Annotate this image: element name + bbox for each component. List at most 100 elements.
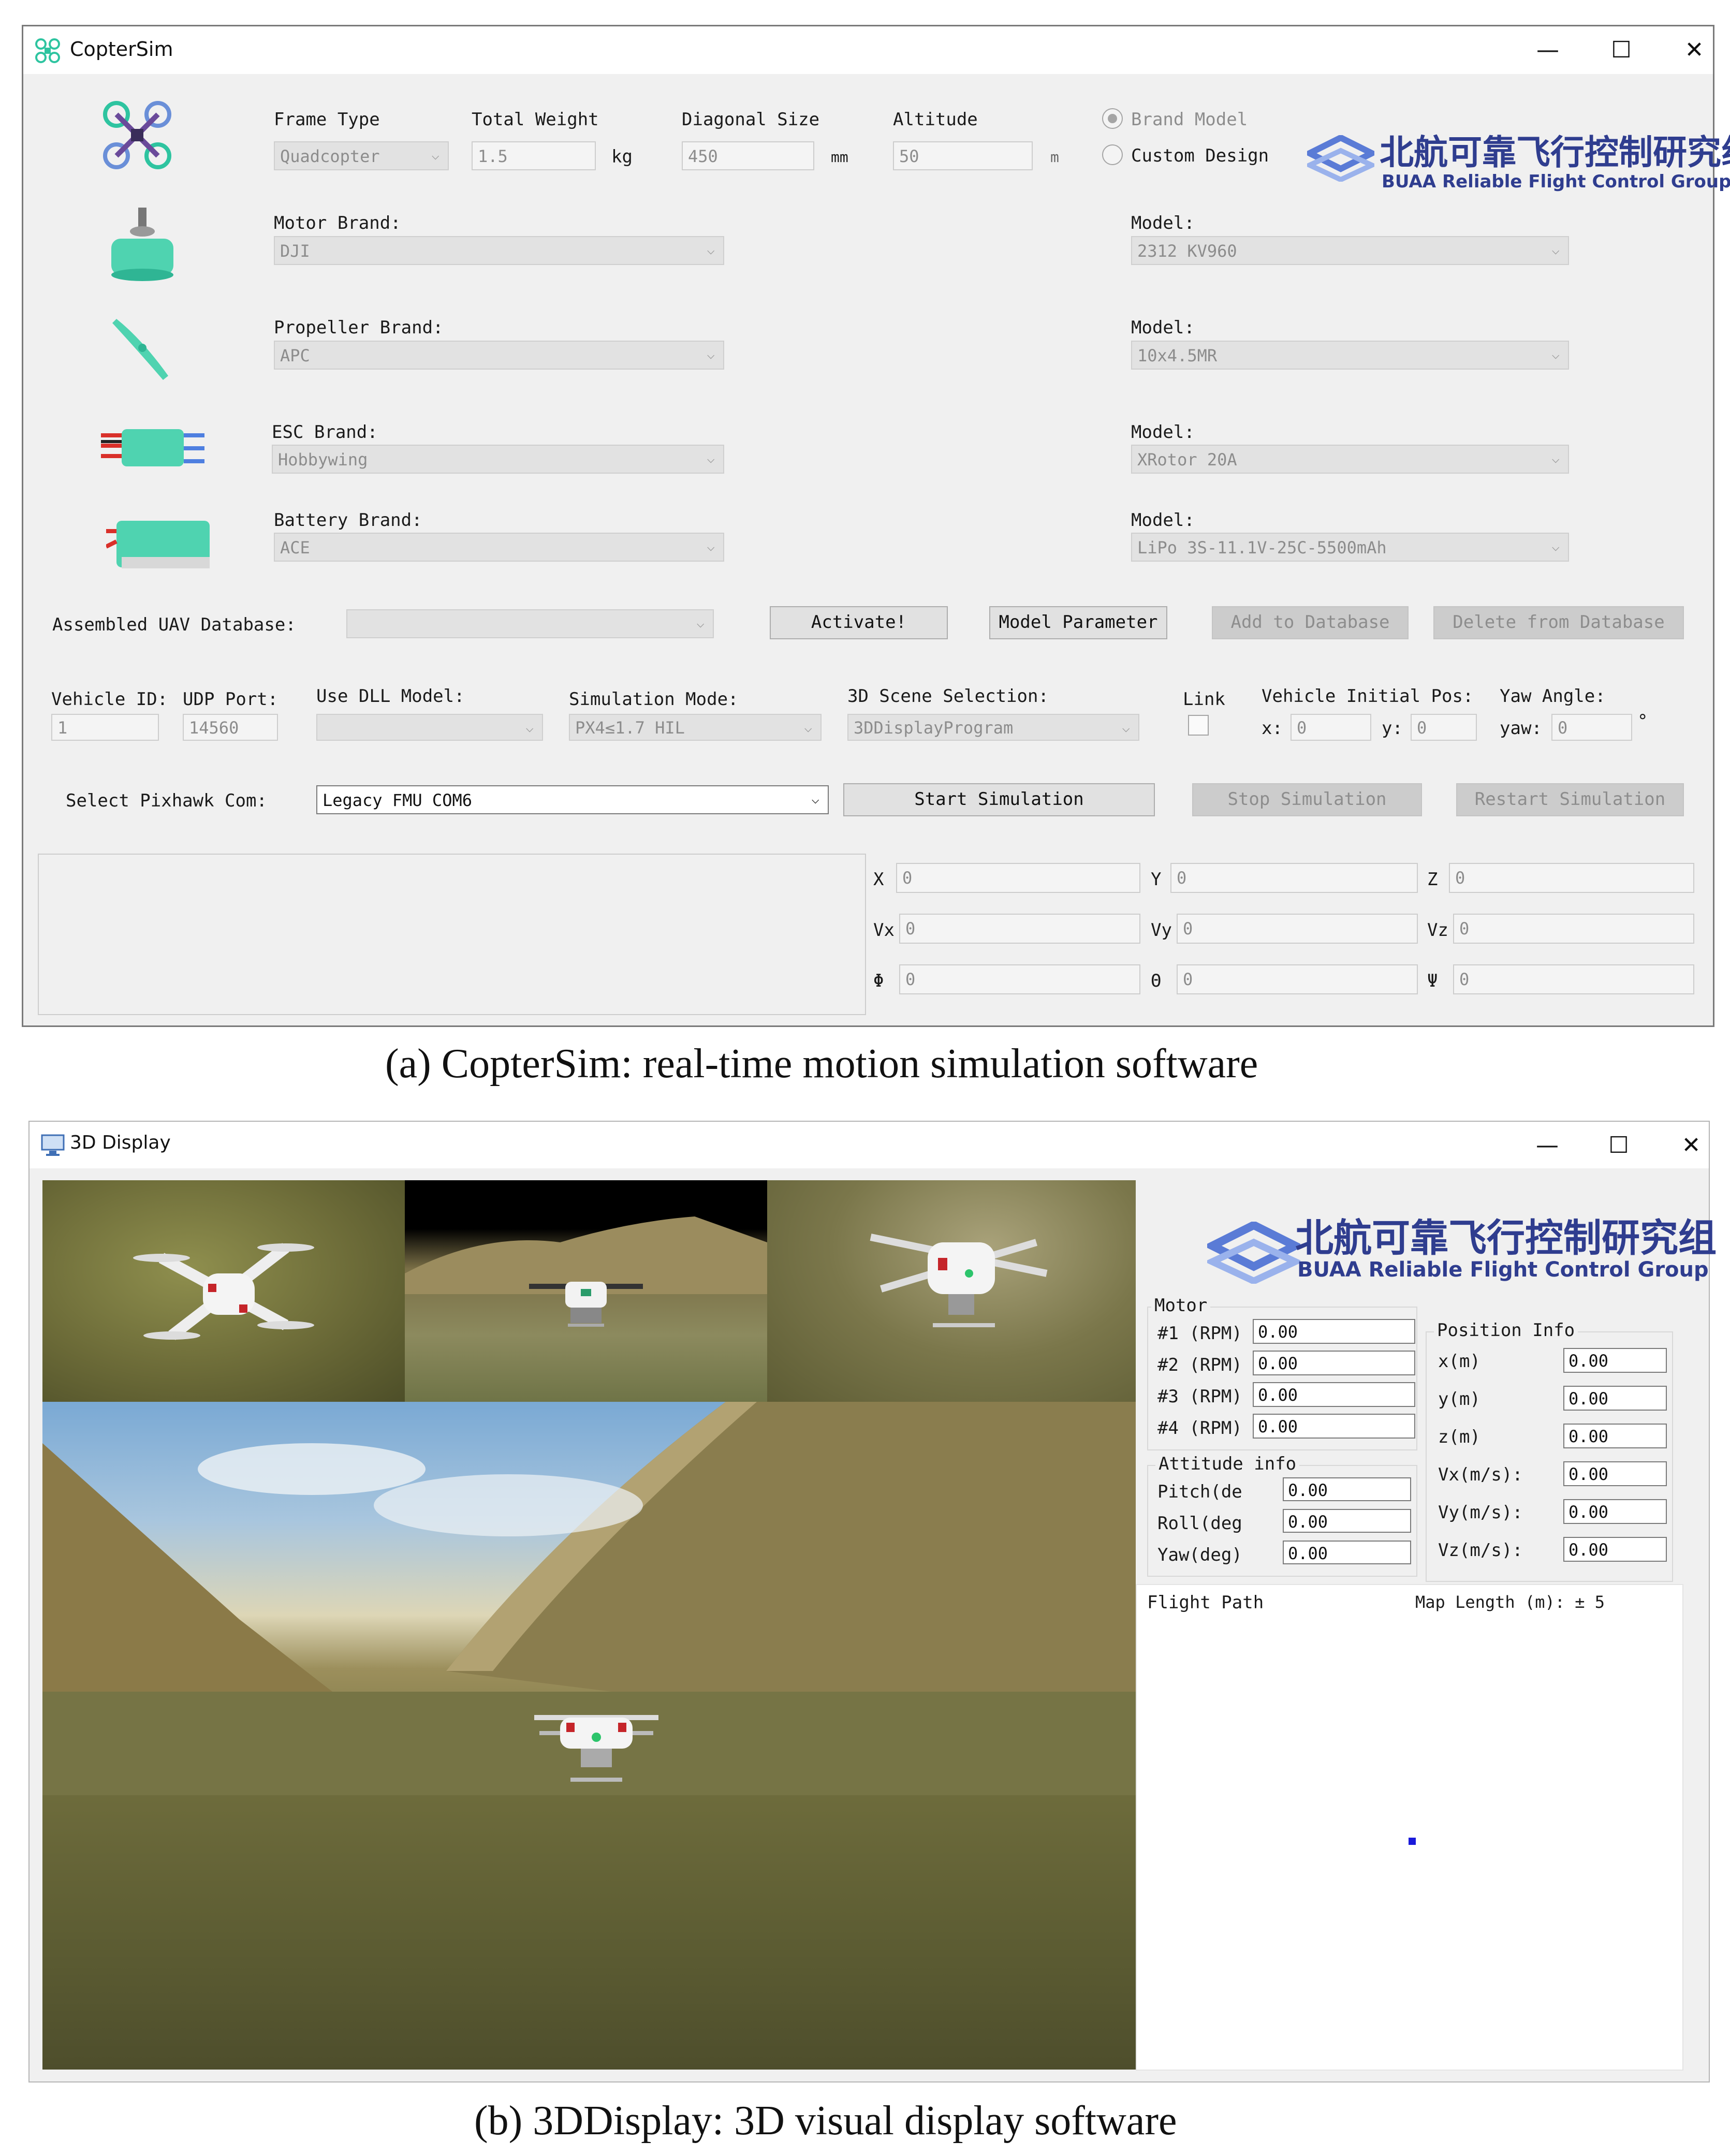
add-to-database-button[interactable]: Add to Database: [1212, 606, 1409, 639]
state-z-input[interactable]: 0: [1449, 863, 1694, 893]
restart-simulation-button[interactable]: Restart Simulation: [1456, 783, 1684, 816]
start-simulation-button[interactable]: Start Simulation: [843, 783, 1155, 816]
state-x-input[interactable]: 0: [896, 863, 1140, 893]
drone-main-view-image: [534, 1715, 658, 1782]
frame-type-select[interactable]: Quadcopter ⌵: [274, 141, 449, 170]
minimize-button[interactable]: —: [1517, 34, 1579, 67]
pos-y-field[interactable]: 0.00: [1563, 1386, 1667, 1411]
state-vz-input[interactable]: 0: [1453, 914, 1694, 944]
stop-simulation-button[interactable]: Stop Simulation: [1192, 783, 1422, 816]
battery-model-select[interactable]: LiPo 3S-11.1V-25C-5500mAh ⌵: [1131, 533, 1569, 562]
state-label-phi: Φ: [873, 971, 884, 991]
motor-2-field[interactable]: 0.00: [1253, 1351, 1415, 1375]
pixhawk-com-value: Legacy FMU COM6: [322, 790, 472, 810]
state-label-theta: Θ: [1151, 971, 1162, 991]
caption-b: (b) 3DDisplay: 3D visual display softwar…: [474, 2098, 1177, 2144]
vel-x-field[interactable]: 0.00: [1563, 1461, 1667, 1486]
custom-design-label: Custom Design: [1131, 145, 1269, 166]
close-button[interactable]: ✕: [1660, 1129, 1722, 1162]
motor-2-label: #2 (RPM): [1157, 1355, 1242, 1375]
coptersim-app-icon: [35, 38, 60, 63]
chevron-down-icon: ⌵: [707, 539, 715, 554]
buaa-logo-cn: 北航可靠飞行控制研究组: [1295, 1216, 1717, 1260]
battery-model-label: Model:: [1131, 510, 1195, 531]
state-theta-input[interactable]: 0: [1177, 964, 1418, 994]
esc-model-select[interactable]: XRotor 20A ⌵: [1131, 445, 1569, 474]
map-length-label: Map Length (m): ± 5: [1415, 1592, 1605, 1612]
scene-selection-value: 3DDisplayProgram: [854, 718, 1014, 738]
brand-model-radio[interactable]: [1102, 108, 1123, 129]
state-phi-input[interactable]: 0: [899, 964, 1140, 994]
motor-model-select[interactable]: 2312 KV960 ⌵: [1131, 236, 1569, 265]
model-parameter-button[interactable]: Model Parameter: [989, 606, 1167, 639]
esc-brand-value: Hobbywing: [278, 450, 368, 470]
propeller-brand-select[interactable]: APC ⌵: [274, 341, 724, 370]
altitude-unit: m: [1050, 149, 1059, 166]
attitude-group-title: Attitude info: [1155, 1454, 1300, 1474]
init-y-input[interactable]: 0: [1411, 714, 1477, 741]
delete-from-database-button[interactable]: Delete from Database: [1433, 606, 1684, 639]
activate-button[interactable]: Activate!: [770, 606, 948, 639]
top-down-camera-view: [42, 1180, 405, 1402]
chevron-down-icon: ⌵: [811, 791, 819, 807]
motor-group-title: Motor: [1151, 1295, 1211, 1316]
esc-icon: [101, 429, 204, 466]
drone-front-view-image: [529, 1282, 643, 1327]
state-vx-input[interactable]: 0: [899, 914, 1140, 944]
flight-path-title: Flight Path: [1147, 1592, 1264, 1613]
motor-model-label: Model:: [1131, 213, 1195, 233]
propeller-model-select[interactable]: 10x4.5MR ⌵: [1131, 341, 1569, 370]
state-label-y: Y: [1151, 869, 1162, 890]
diagonal-size-label: Diagonal Size: [682, 109, 820, 130]
motor-4-field[interactable]: 0.00: [1253, 1414, 1415, 1439]
maximize-button[interactable]: ☐: [1588, 1129, 1650, 1162]
chevron-down-icon: ⌵: [525, 720, 534, 736]
motor-model-value: 2312 KV960: [1137, 241, 1237, 261]
close-button[interactable]: ✕: [1663, 34, 1725, 67]
vel-z-field[interactable]: 0.00: [1563, 1537, 1667, 1562]
maximize-button[interactable]: ☐: [1590, 34, 1652, 67]
esc-brand-select[interactable]: Hobbywing ⌵: [272, 445, 724, 474]
motor-3-field[interactable]: 0.00: [1253, 1382, 1415, 1407]
uav-database-select[interactable]: ⌵: [346, 609, 714, 638]
custom-design-radio[interactable]: [1102, 144, 1123, 165]
total-weight-unit: kg: [611, 146, 633, 167]
dll-model-select[interactable]: ⌵: [316, 714, 543, 741]
propeller-brand-label: Propeller Brand:: [274, 317, 444, 338]
motor-brand-select[interactable]: DJI ⌵: [274, 236, 724, 265]
minimize-button[interactable]: —: [1516, 1129, 1578, 1162]
altitude-input[interactable]: 50: [893, 141, 1033, 170]
yaw-input[interactable]: 0: [1551, 714, 1632, 741]
window-title: CopterSim: [70, 38, 173, 61]
total-weight-input[interactable]: 1.5: [472, 141, 596, 170]
caption-a: (a) CopterSim: real-time motion simulati…: [385, 1041, 1258, 1087]
state-psi-input[interactable]: 0: [1453, 964, 1694, 994]
coptersim-window: CopterSim — ☐ ✕ Frame Type Quadcopter ⌵ …: [22, 25, 1730, 1027]
init-x-input[interactable]: 0: [1291, 714, 1371, 741]
pos-x-field[interactable]: 0.00: [1563, 1348, 1667, 1373]
motor-1-field[interactable]: 0.00: [1253, 1319, 1415, 1344]
diagonal-size-unit: mm: [831, 149, 848, 166]
pixhawk-com-select[interactable]: Legacy FMU COM6 ⌵: [316, 785, 829, 814]
scene-selection-select[interactable]: 3DDisplayProgram ⌵: [847, 714, 1139, 741]
battery-brand-select[interactable]: ACE ⌵: [274, 533, 724, 562]
pitch-field[interactable]: 0.00: [1283, 1477, 1411, 1501]
motor-1-label: #1 (RPM): [1157, 1323, 1242, 1344]
link-checkbox[interactable]: [1188, 715, 1209, 736]
init-x-label: x:: [1262, 718, 1283, 739]
buaa-logo-en: BUAA Reliable Flight Control Group: [1297, 1258, 1709, 1282]
yaw-label: yaw:: [1500, 718, 1542, 739]
roll-field[interactable]: 0.00: [1283, 1509, 1411, 1533]
chevron-down-icon: ⌵: [707, 242, 715, 258]
simulation-mode-value: PX4≤1.7 HIL: [575, 718, 685, 738]
state-vy-input[interactable]: 0: [1177, 914, 1418, 944]
simulation-mode-select[interactable]: PX4≤1.7 HIL ⌵: [569, 714, 822, 741]
vehicle-id-input[interactable]: 1: [51, 714, 159, 741]
vel-y-field[interactable]: 0.00: [1563, 1499, 1667, 1524]
yaw-field[interactable]: 0.00: [1283, 1541, 1411, 1564]
quadcopter-icon: [103, 101, 171, 169]
udp-port-input[interactable]: 14560: [183, 714, 278, 741]
pos-z-field[interactable]: 0.00: [1563, 1424, 1667, 1448]
state-y-input[interactable]: 0: [1170, 863, 1418, 893]
diagonal-size-input[interactable]: 450: [682, 141, 814, 170]
